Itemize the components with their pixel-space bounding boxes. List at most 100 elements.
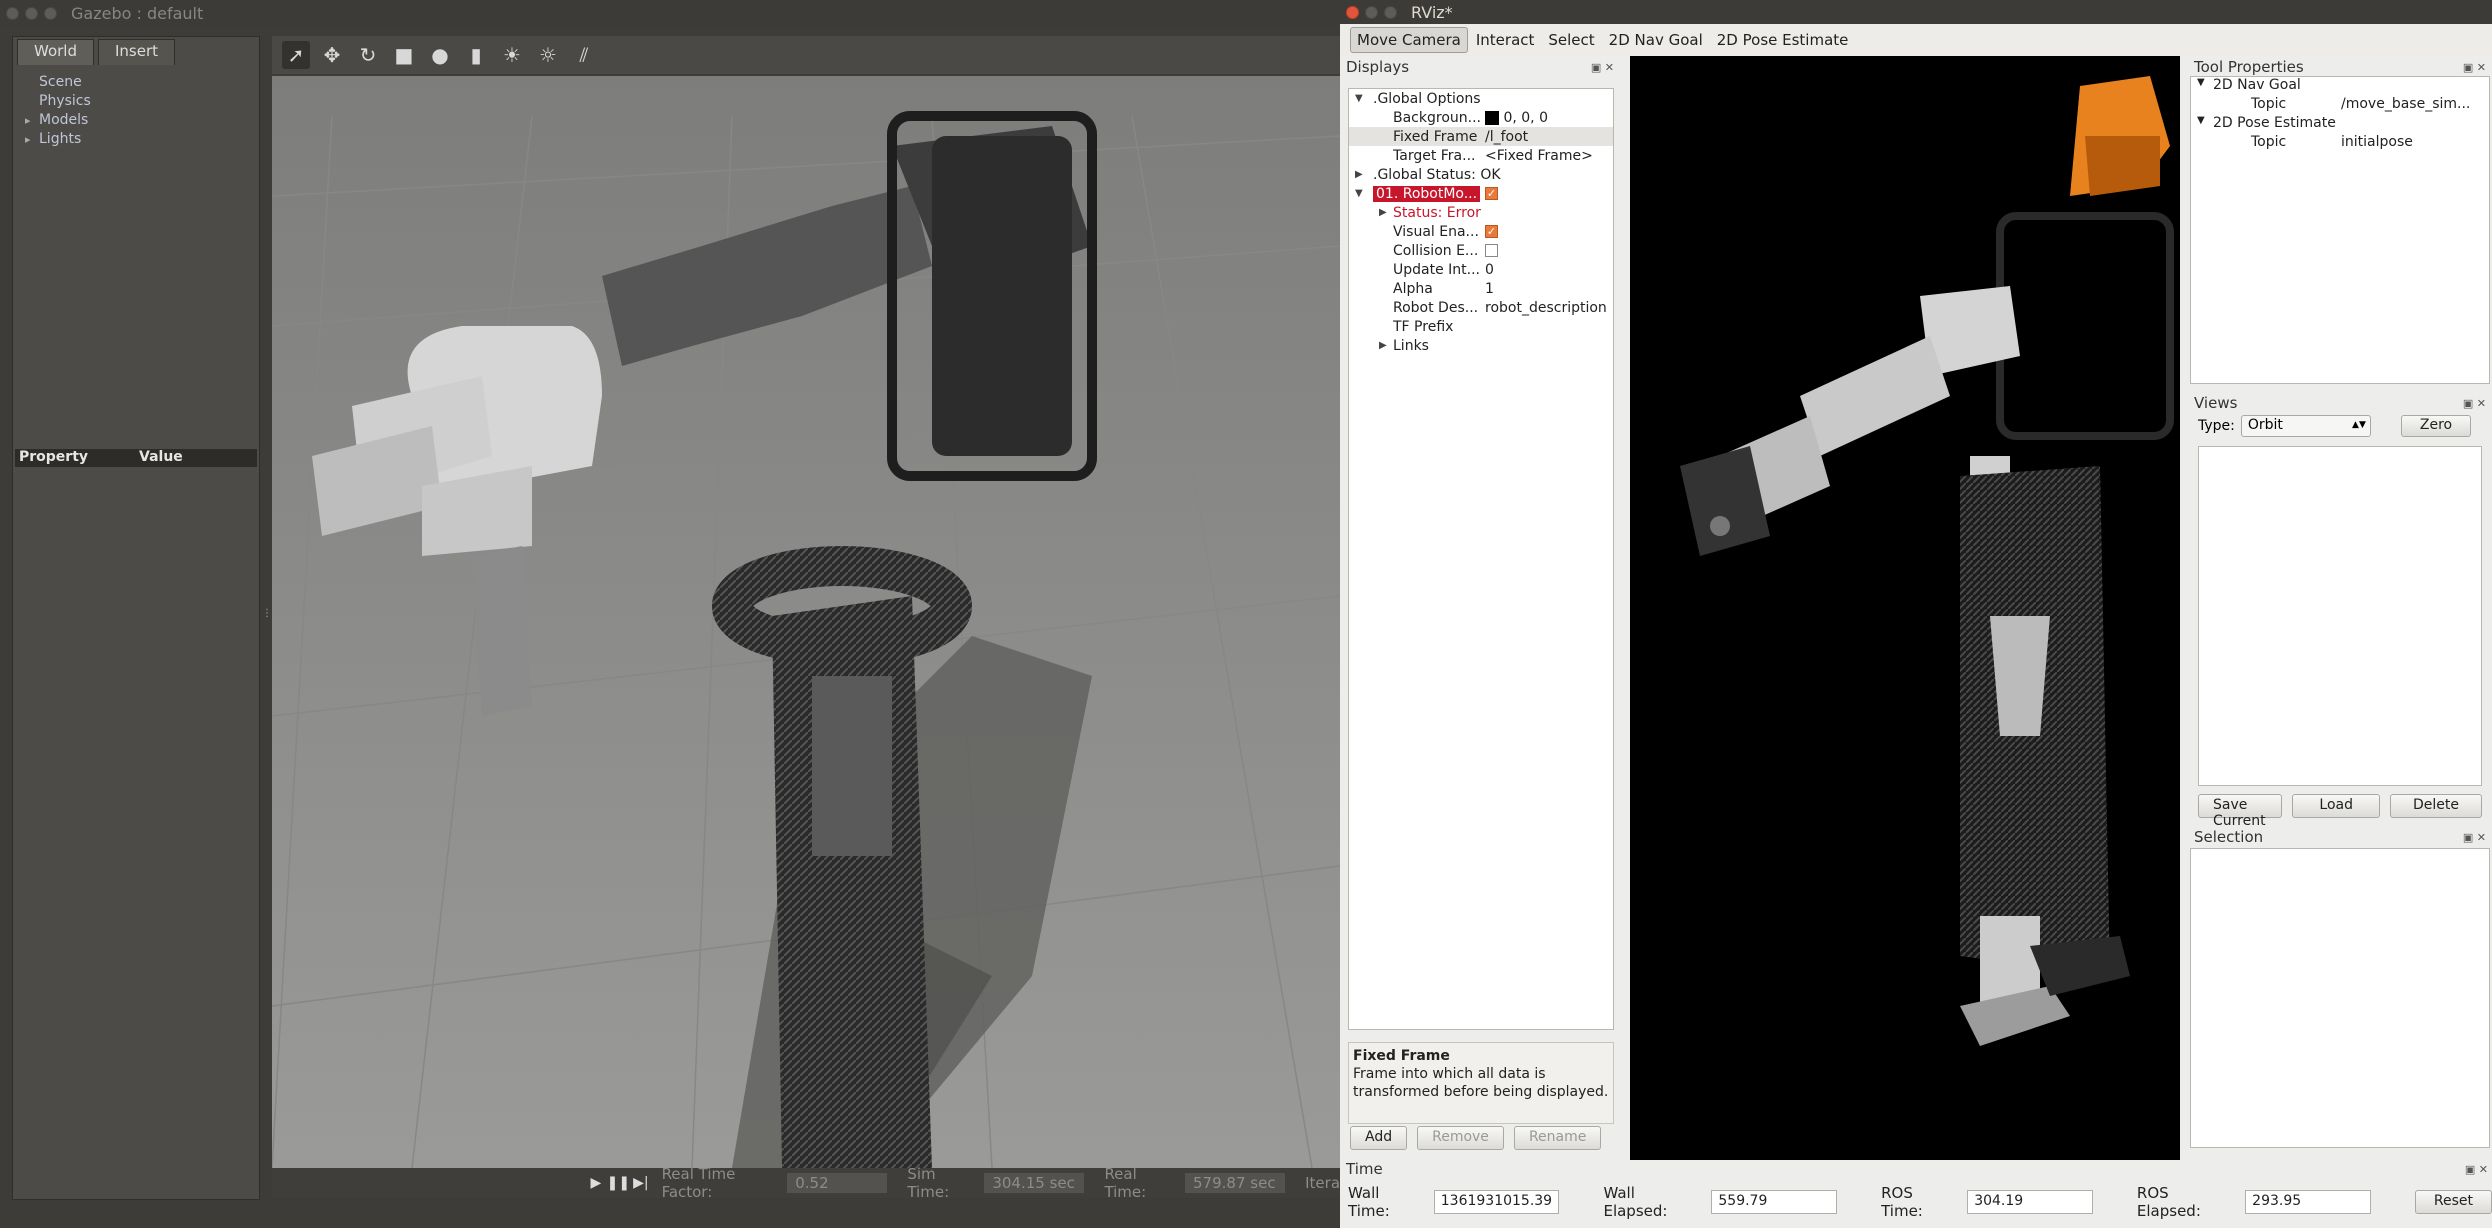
tree-item-physics[interactable]: Physics xyxy=(21,92,259,111)
global-status-row[interactable]: ▶ .Global Status: OK xyxy=(1349,165,1613,184)
delete-button[interactable]: Delete xyxy=(2390,794,2482,818)
minimize-window-icon[interactable] xyxy=(25,6,38,20)
collapsed-arrow-icon[interactable]: ▶ xyxy=(1355,169,1363,180)
robot-model-render xyxy=(1630,56,2180,1160)
robot-description-row[interactable]: Robot Des... robot_description xyxy=(1349,298,1613,317)
save-current-button[interactable]: Save Current xyxy=(2198,794,2283,829)
rviz-toolbar: Move Camera Interact Select 2D Nav Goal … xyxy=(1340,24,2492,56)
iterations-label: Itera xyxy=(1305,1174,1340,1192)
status-error-row[interactable]: ▶ Status: Error xyxy=(1349,203,1613,222)
cylinder-shape-icon[interactable]: ▮ xyxy=(462,41,490,69)
selection-title: Selection xyxy=(2194,828,2264,846)
dock-close-icon[interactable]: ▣ ✕ xyxy=(2463,61,2486,74)
expanded-arrow-icon[interactable]: ▼ xyxy=(2197,115,2205,126)
view-type-select[interactable]: Orbit ▲▼ xyxy=(2240,415,2371,437)
displays-tree: ▼ .Global Options Backgroun... 0, 0, 0 Fi… xyxy=(1348,88,1614,1030)
step-icon[interactable]: ▶| xyxy=(630,1172,651,1194)
directional-light-icon[interactable]: ⫽ xyxy=(570,41,598,69)
select-tool[interactable]: Select xyxy=(1542,28,1600,52)
nav-goal-tool[interactable]: 2D Nav Goal xyxy=(1603,28,1709,52)
window-title: RViz* xyxy=(1411,2,1453,22)
right-dock: Tool Properties ▣ ✕ ▼ 2D Nav Goal Topic/mo… xyxy=(2190,58,2490,1148)
wall-time-field[interactable]: 1361931015.39 xyxy=(1433,1190,1560,1214)
nav-goal-row[interactable]: ▼ 2D Nav Goal xyxy=(2191,77,2489,96)
point-light-icon[interactable]: ☀ xyxy=(498,41,526,69)
pause-icon[interactable]: ❚❚ xyxy=(607,1172,630,1194)
tree-item-models[interactable]: Models xyxy=(21,111,259,130)
load-button[interactable]: Load xyxy=(2292,794,2380,818)
global-options-row[interactable]: ▼ .Global Options xyxy=(1349,89,1613,108)
world-tree: Scene Physics Models Lights xyxy=(21,73,259,149)
box-shape-icon[interactable]: ■ xyxy=(390,41,418,69)
spot-light-icon[interactable]: ☼ xyxy=(534,41,562,69)
add-button[interactable]: Add xyxy=(1350,1126,1408,1150)
pose-estimate-row[interactable]: ▼ 2D Pose Estimate xyxy=(2191,115,2489,134)
links-row[interactable]: ▶ Links xyxy=(1349,336,1613,355)
close-window-icon[interactable] xyxy=(6,6,19,20)
description-title: Fixed Frame xyxy=(1353,1048,1450,1064)
tab-insert[interactable]: Insert xyxy=(98,39,176,65)
wall-elapsed-field[interactable]: 559.79 xyxy=(1711,1190,1838,1214)
background-row[interactable]: Backgroun... 0, 0, 0 xyxy=(1349,108,1613,127)
sim-time-label: Sim Time: xyxy=(907,1165,950,1201)
collapsed-arrow-icon[interactable]: ▶ xyxy=(1379,207,1387,218)
views-list[interactable] xyxy=(2198,446,2482,786)
fixed-frame-row[interactable]: Fixed Frame/l_foot xyxy=(1349,127,1613,146)
window-title: Gazebo : default xyxy=(71,3,204,23)
pose-estimate-topic-row[interactable]: Topic initialpose xyxy=(2191,134,2489,153)
collision-enabled-checkbox[interactable] xyxy=(1485,244,1498,257)
wall-elapsed-label: Wall Elapsed: xyxy=(1603,1184,1668,1220)
minimize-window-icon[interactable] xyxy=(1365,5,1378,19)
value-column-header: Value xyxy=(139,449,183,465)
tree-item-lights[interactable]: Lights xyxy=(21,130,259,149)
pose-estimate-tool[interactable]: 2D Pose Estimate xyxy=(1711,28,1855,52)
rename-button[interactable]: Rename xyxy=(1513,1126,1602,1150)
dock-close-icon[interactable]: ▣ ✕ xyxy=(1591,61,1614,74)
zero-button[interactable]: Zero xyxy=(2400,415,2472,437)
translate-icon[interactable]: ✥ xyxy=(318,41,346,69)
rviz-3d-view[interactable] xyxy=(1630,56,2180,1160)
dock-close-icon[interactable]: ▣ ✕ xyxy=(2463,397,2486,410)
alpha-row[interactable]: Alpha 1 xyxy=(1349,279,1613,298)
ros-time-field[interactable]: 304.19 xyxy=(1967,1190,2093,1214)
expanded-arrow-icon[interactable]: ▼ xyxy=(1355,93,1363,104)
sim-time-value: 304.15 sec xyxy=(984,1173,1085,1193)
nav-goal-topic-row[interactable]: Topic/move_base_sim... xyxy=(2191,96,2489,115)
tree-item-scene[interactable]: Scene xyxy=(21,73,259,92)
expanded-arrow-icon[interactable]: ▼ xyxy=(2197,77,2205,88)
robot-model-row[interactable]: ▼ 01. RobotMo... ✓ xyxy=(1349,184,1613,203)
tab-world[interactable]: World xyxy=(17,39,94,65)
gazebo-statusbar: ▶ ❚❚ ▶| Real Time Factor: 0.52 Sim Time:… xyxy=(272,1165,1340,1201)
time-title: Time xyxy=(1346,1160,1383,1178)
chevron-down-icon: ▲▼ xyxy=(2352,420,2366,430)
collision-enabled-row[interactable]: Collision E... xyxy=(1349,241,1613,260)
interact-tool[interactable]: Interact xyxy=(1470,28,1541,52)
close-window-icon[interactable] xyxy=(1346,5,1359,19)
move-camera-tool[interactable]: Move Camera xyxy=(1350,27,1468,53)
tf-prefix-row[interactable]: TF Prefix xyxy=(1349,317,1613,336)
real-time-label: Real Time: xyxy=(1104,1165,1147,1201)
visual-enabled-checkbox[interactable]: ✓ xyxy=(1485,225,1498,238)
ros-elapsed-field[interactable]: 293.95 xyxy=(2245,1190,2371,1214)
sphere-shape-icon[interactable]: ● xyxy=(426,41,454,69)
reset-button[interactable]: Reset xyxy=(2414,1190,2492,1214)
gazebo-3d-viewport[interactable] xyxy=(271,76,1340,1169)
select-arrow-icon[interactable]: ➚ xyxy=(282,41,310,69)
real-time-value: 579.87 sec xyxy=(1185,1173,1286,1193)
dock-close-icon[interactable]: ▣ ✕ xyxy=(2463,831,2486,844)
expanded-arrow-icon[interactable]: ▼ xyxy=(1355,188,1363,199)
rotate-icon[interactable]: ↻ xyxy=(354,41,382,69)
target-frame-row[interactable]: Target Fra... <Fixed Frame> xyxy=(1349,146,1613,165)
remove-button[interactable]: Remove xyxy=(1417,1126,1504,1150)
color-swatch[interactable] xyxy=(1485,110,1499,125)
maximize-window-icon[interactable] xyxy=(1384,5,1397,19)
maximize-window-icon[interactable] xyxy=(44,6,57,20)
dock-close-icon[interactable]: ▣ ✕ xyxy=(2465,1163,2488,1176)
splitter-handle[interactable]: ⋮ xyxy=(262,608,272,622)
robot-model-checkbox[interactable]: ✓ xyxy=(1485,187,1498,200)
update-interval-row[interactable]: Update Int... 0 xyxy=(1349,260,1613,279)
visual-enabled-row[interactable]: Visual Ena... ✓ xyxy=(1349,222,1613,241)
collapsed-arrow-icon[interactable]: ▶ xyxy=(1379,340,1387,351)
gazebo-window: Gazebo : default World Insert Scene Phys… xyxy=(0,0,1340,1228)
play-icon[interactable]: ▶ xyxy=(585,1172,606,1194)
